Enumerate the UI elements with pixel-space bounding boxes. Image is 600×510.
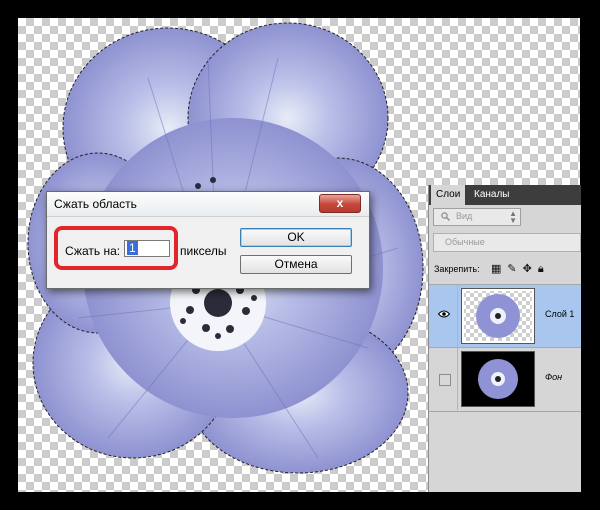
- search-icon: [441, 212, 450, 223]
- eye-icon[interactable]: [437, 309, 451, 321]
- lock-label: Закрепить:: [434, 264, 480, 274]
- contract-amount-input[interactable]: 1: [124, 240, 170, 257]
- cancel-button[interactable]: Отмена: [240, 255, 352, 274]
- units-label: пикселы: [180, 244, 227, 258]
- layer-name[interactable]: Фон: [545, 372, 562, 382]
- close-button[interactable]: x: [319, 194, 361, 213]
- contract-amount-value: 1: [127, 241, 138, 255]
- lock-icons: ▦✎✥🔒︎: [491, 262, 550, 276]
- divider: [429, 411, 581, 412]
- updown-arrows-icon: ▲ ▼: [509, 209, 517, 225]
- blend-mode-label: Обычные: [445, 237, 485, 247]
- visibility-cell[interactable]: [429, 348, 458, 410]
- layer-thumbnail: [461, 288, 535, 344]
- contract-label: Сжать на:: [65, 244, 121, 258]
- tab-layers[interactable]: Слои: [431, 185, 466, 205]
- layer-row[interactable]: Фон: [429, 348, 581, 410]
- blend-mode-select[interactable]: Обычные: [433, 233, 581, 252]
- dialog-titlebar[interactable]: Сжать область x: [47, 192, 369, 217]
- layer-filter-select[interactable]: Вид ▲ ▼: [433, 208, 521, 226]
- checker-lock-icon[interactable]: ▦: [491, 263, 507, 275]
- layers-panel: Слои Каналы Вид ▲ ▼ Обычные Закрепить: ▦✎…: [428, 185, 581, 492]
- filter-label: Вид: [456, 211, 473, 221]
- tab-channels[interactable]: Каналы: [469, 185, 515, 205]
- ok-button[interactable]: OK: [240, 228, 352, 247]
- lock-icon[interactable]: 🔒︎: [538, 263, 550, 275]
- contract-selection-dialog: Сжать область x Сжать на: 1 пикселы OK О…: [46, 191, 370, 289]
- layer-row[interactable]: Слой 1: [429, 285, 581, 347]
- move-icon[interactable]: ✥: [523, 263, 538, 275]
- visibility-toggle[interactable]: [439, 374, 451, 386]
- panel-tabs: Слои Каналы: [429, 185, 581, 205]
- layer-thumbnail: [461, 351, 535, 407]
- layer-name[interactable]: Слой 1: [545, 309, 574, 319]
- visibility-cell[interactable]: [429, 285, 458, 347]
- close-icon: x: [336, 196, 344, 210]
- dialog-title: Сжать область: [54, 197, 137, 211]
- brush-icon[interactable]: ✎: [507, 263, 522, 275]
